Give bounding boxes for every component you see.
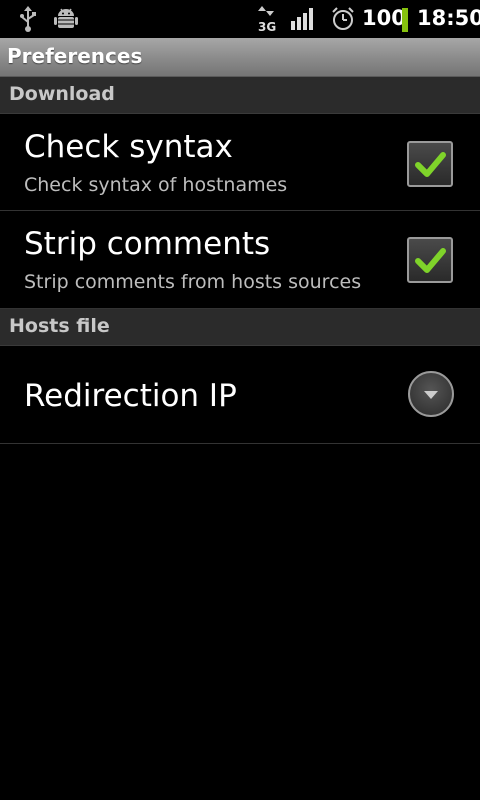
category-download: Download [0,77,480,114]
pref-strip-comments[interactable]: Strip comments Strip comments from hosts… [0,211,480,309]
battery-icon [402,8,408,32]
android-debug-icon [54,8,78,28]
check-icon [415,248,446,273]
category-label: Hosts file [9,315,110,337]
strip-comments-checkbox[interactable] [407,237,453,283]
check-syntax-checkbox[interactable] [407,141,453,187]
battery-level: 100 [362,6,406,30]
redirection-ip-dropdown-button[interactable] [408,371,454,417]
title-bar: Preferences [0,38,480,77]
check-icon [415,152,446,177]
pref-redirection-ip[interactable]: Redirection IP [0,346,480,444]
page-title: Preferences [7,44,143,68]
pref-title: Strip comments [24,226,271,262]
data-3g-icon: 3G [258,6,276,32]
clock-time: 18:50 [417,6,480,30]
network-type-label: 3G [258,20,276,32]
category-hosts-file: Hosts file [0,309,480,346]
pref-check-syntax[interactable]: Check syntax Check syntax of hostnames [0,114,480,211]
usb-icon [20,6,36,32]
status-bar: 3G 100 18:50 [0,0,480,38]
category-label: Download [9,83,115,105]
chevron-down-icon [424,391,438,399]
alarm-icon [332,7,354,30]
signal-icon [291,8,313,30]
pref-summary: Check syntax of hostnames [24,174,288,196]
pref-title: Check syntax [24,129,233,165]
pref-title: Redirection IP [24,378,237,414]
pref-summary: Strip comments from hosts sources [24,271,362,293]
